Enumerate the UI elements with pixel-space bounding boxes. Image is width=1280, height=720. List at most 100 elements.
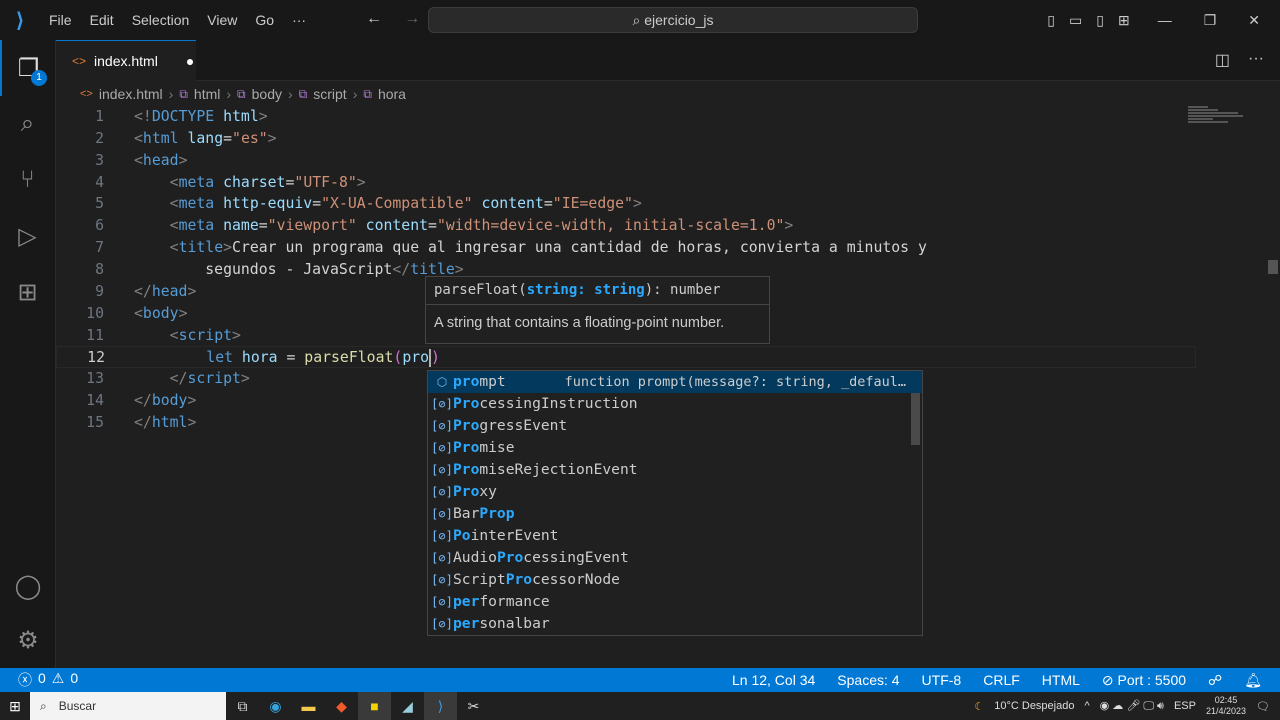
vscode-taskbar-icon[interactable]: ⟩	[424, 692, 457, 720]
menu-item-go[interactable]: Go	[246, 12, 283, 28]
sticky-notes-icon[interactable]: ■	[358, 692, 391, 720]
suggestion-item[interactable]: [⊘] Pro gressEvent	[428, 415, 922, 437]
menu-item-edit[interactable]: Edit	[81, 12, 123, 28]
suggestion-item[interactable]: [⊘] Audio Pro cessingEvent	[428, 547, 922, 569]
toggle-sidebar-icon[interactable]: ▯	[1047, 12, 1055, 29]
more-actions-icon[interactable]: ···	[1248, 50, 1264, 70]
file-explorer-icon[interactable]: ▬	[292, 692, 325, 720]
breadcrumb-item[interactable]: body	[252, 86, 282, 102]
toggle-panel-icon[interactable]: ▭	[1069, 12, 1082, 29]
clock[interactable]: 02:45 21/4/2023	[1206, 695, 1246, 717]
feedback-icon[interactable]: ☍	[1208, 672, 1222, 689]
suggestion-match: per	[453, 593, 480, 610]
search-icon[interactable]: ⌕	[0, 96, 55, 152]
code-line[interactable]: 12 let hora = parseFloat(pro)	[56, 346, 1196, 369]
minimap[interactable]	[1188, 106, 1248, 126]
activity-bar: ❐ 1 ⌕ ⑂ ▷ ⊞ ◯ ⚙	[0, 40, 56, 668]
edge-icon[interactable]: ◉	[259, 692, 292, 720]
extensions-icon[interactable]: ⊞	[0, 264, 55, 320]
toggle-secondary-sidebar-icon[interactable]: ▯	[1096, 12, 1104, 29]
breadcrumb-item[interactable]: hora	[378, 86, 406, 102]
variable-icon: [⊘]	[431, 551, 453, 565]
end-of-line[interactable]: CRLF	[983, 672, 1020, 689]
suggestion-item[interactable]: [⊘] Pro mise	[428, 437, 922, 459]
forward-icon[interactable]: →	[404, 10, 420, 27]
live-server-port[interactable]: ⊘ Port : 5500	[1102, 672, 1186, 689]
line-content: <meta name="viewport" content="width=dev…	[134, 215, 794, 237]
suggestion-item[interactable]: [⊘] Pro xy	[428, 481, 922, 503]
close-button[interactable]: ✕	[1248, 12, 1260, 29]
suggestion-item[interactable]: [⊘] Pro miseRejectionEvent	[428, 459, 922, 481]
weather[interactable]: 10°C Despejado	[994, 700, 1074, 712]
split-editor-icon[interactable]: ◫	[1215, 50, 1230, 70]
accounts-icon[interactable]: ◯	[0, 558, 56, 614]
variable-icon: [⊘]	[431, 617, 453, 631]
source-control-icon[interactable]: ⑂	[0, 152, 55, 208]
menu-item-selection[interactable]: Selection	[123, 12, 199, 28]
code-line[interactable]: 5 <meta http-equiv="X-UA-Compatible" con…	[56, 193, 1196, 215]
minimize-button[interactable]: —	[1158, 12, 1172, 28]
code-token: lang	[178, 129, 224, 147]
code-token: =	[428, 217, 437, 235]
vertical-scrollbar[interactable]	[1268, 260, 1278, 274]
suggestion-item[interactable]: [⊘] per sonalbar	[428, 613, 922, 635]
code-token: head	[151, 282, 188, 300]
cursor-position[interactable]: Ln 12, Col 34	[732, 672, 815, 689]
suggestion-item[interactable]: [⊘] Po interEvent	[428, 525, 922, 547]
suggestion-match: Pro	[505, 571, 533, 588]
line-content: <head>	[134, 150, 187, 172]
breadcrumb-item[interactable]: html	[194, 86, 220, 102]
suggestion-item[interactable]: [⊘] Script Pro cessorNode	[428, 569, 922, 591]
language-mode[interactable]: HTML	[1042, 672, 1080, 689]
code-token: <	[169, 195, 179, 213]
input-language[interactable]: ESP	[1174, 700, 1196, 712]
code-line[interactable]: 2 <html lang="es">	[56, 128, 1196, 150]
suggestion-item[interactable]: [⊘] Bar Prop	[428, 503, 922, 525]
code-token: =	[312, 195, 322, 213]
menu-item-view[interactable]: View	[198, 12, 246, 28]
menu-item-file[interactable]: File	[40, 12, 81, 28]
menu-item-[interactable]: ···	[283, 12, 315, 28]
suggestion-item[interactable]: [⊘] Pro cessingInstruction	[428, 393, 922, 415]
windows-taskbar: ⊞ ⌕ Buscar ⧉ ◉ ▬ ◆ ■ ◢ ⟩ ✂ ☾ 10°C Despejad…	[0, 692, 1280, 720]
nav-arrows[interactable]: ← →	[366, 10, 420, 28]
code-token: >	[178, 304, 188, 322]
breadcrumb-item[interactable]: script	[313, 86, 346, 102]
back-icon[interactable]: ←	[366, 10, 382, 27]
notifications-bell-icon[interactable]: 🔔︎	[1244, 672, 1262, 689]
code-line[interactable]: 4 <meta charset="UTF-8">	[56, 172, 1196, 194]
code-line[interactable]: 6 <meta name="viewport" content="width=d…	[56, 215, 1196, 237]
snipping-tool-icon[interactable]: ✂	[457, 692, 490, 720]
chevron-right-icon: ›	[226, 86, 232, 102]
suggestion-item[interactable]: [⊘] per formance	[428, 591, 922, 613]
unsaved-indicator[interactable]: ●	[186, 53, 194, 69]
taskbar-search[interactable]: ⌕ Buscar	[30, 692, 226, 720]
breadcrumb-item[interactable]: index.html	[99, 86, 163, 102]
run-debug-icon[interactable]: ▷	[0, 208, 55, 264]
code-token: "viewport"	[267, 217, 357, 235]
code-line[interactable]: 7 <title>Crear un programa que al ingres…	[56, 237, 1196, 259]
line-number: 4	[95, 173, 104, 191]
indentation[interactable]: Spaces: 4	[837, 672, 899, 689]
line-content: <html lang="es">	[134, 128, 277, 150]
command-center-search[interactable]: ⌕ ejercicio_js	[428, 7, 918, 33]
encoding[interactable]: UTF-8	[922, 672, 962, 689]
notification-center-icon[interactable]: 🗨︎	[1256, 700, 1270, 713]
maximize-button[interactable]: ❐	[1204, 12, 1217, 29]
layout-icon[interactable]: ⊞	[1118, 12, 1130, 29]
app-icon[interactable]: ◢	[391, 692, 424, 720]
code-token: <!	[134, 108, 152, 125]
brave-icon[interactable]: ◆	[325, 692, 358, 720]
code-line[interactable]: 1 <!DOCTYPE html>	[56, 106, 1196, 128]
tray-icons[interactable]: ◉ ☁ 🎤︎ 🖵 🔊︎	[1100, 699, 1164, 713]
task-view-icon[interactable]: ⧉	[226, 692, 259, 720]
settings-gear-icon[interactable]: ⚙	[0, 612, 56, 668]
windows-start-icon[interactable]: ⊞	[0, 698, 30, 715]
tray-chevron-icon[interactable]: ^	[1084, 700, 1089, 712]
tab-index-html[interactable]: <> index.html ●	[56, 40, 196, 81]
suggestion-item[interactable]: ⬡ pro mpt function prompt(message?: string,…	[428, 371, 922, 393]
problems-status[interactable]: ⓧ 0 ⚠ 0	[0, 670, 78, 690]
code-line[interactable]: 3 <head>	[56, 150, 1196, 172]
explorer-icon[interactable]: ❐ 1	[0, 40, 55, 96]
